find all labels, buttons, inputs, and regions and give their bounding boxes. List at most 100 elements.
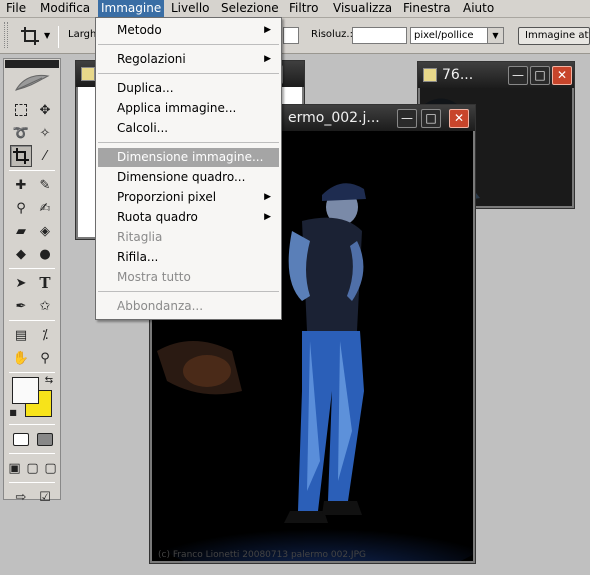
submenu-arrow-icon: ▶: [264, 212, 271, 222]
menu-selezione[interactable]: Selezione: [218, 0, 282, 18]
clone-stamp-tool-icon[interactable]: ⚲: [10, 197, 32, 219]
menu-divider: [98, 142, 279, 143]
tool-divider: [9, 268, 55, 269]
move-tool-icon[interactable]: ✥: [34, 99, 56, 121]
close-icon[interactable]: ✕: [449, 109, 469, 128]
tool-divider: [9, 453, 55, 454]
menu-item-label: Applica immagine...: [117, 101, 237, 115]
menu-item-ritaglia: Ritaglia: [98, 228, 279, 247]
menu-aiuto[interactable]: Aiuto: [460, 0, 497, 18]
dodge-tool-icon[interactable]: ●: [34, 243, 56, 265]
menu-item-applica-immagine[interactable]: Applica immagine...: [98, 99, 279, 118]
height-field[interactable]: [283, 27, 299, 44]
menu-livello[interactable]: Livello: [168, 0, 213, 18]
tool-divider: [9, 424, 55, 425]
resolution-label: Risoluz.:: [311, 29, 353, 40]
brush-tool-icon[interactable]: ✎: [34, 174, 56, 196]
window-title: ermo_002.j...: [288, 110, 380, 126]
window-title: 76...: [442, 67, 474, 83]
menu-divider: [98, 291, 279, 292]
menu-filtro[interactable]: Filtro: [286, 0, 321, 18]
tool-divider: [9, 482, 55, 483]
crop-tool-icon[interactable]: [10, 145, 32, 167]
screen-mode-full-icon[interactable]: ▢: [42, 457, 59, 479]
hand-tool-icon[interactable]: ✋: [10, 347, 32, 369]
swap-colors-icon[interactable]: ⇆: [42, 373, 56, 387]
type-tool-icon[interactable]: T: [34, 272, 56, 294]
submenu-arrow-icon: ▶: [264, 54, 271, 64]
menu-item-label: Dimensione immagine...: [117, 150, 264, 164]
marquee-tool-icon[interactable]: [10, 99, 32, 121]
toolbox: ✥ ➰ ✧ ⁄ ✚ ✎ ⚲ ✍ ▰ ◈ ◆ ● ➤ T ✒ ✩ ▤ ⁒ ✋ ⚲ …: [3, 58, 61, 505]
slice-tool-icon[interactable]: ⁄: [34, 145, 56, 167]
menu-item-mostra-tutto: Mostra tutto: [98, 268, 279, 287]
options-bar: ▼ Larghe Risoluz.: pixel/pollice ▼ Immag…: [0, 18, 590, 54]
pen-tool-icon[interactable]: ✒: [10, 295, 32, 317]
menu-visualizza[interactable]: Visualizza: [330, 0, 395, 18]
menu-item-label: Metodo: [117, 23, 162, 37]
document-icon: [81, 67, 95, 81]
menu-item-label: Rifila...: [117, 250, 159, 264]
menu-item-rifila[interactable]: Rifila...: [98, 248, 279, 267]
menu-item-label: Calcoli...: [117, 121, 169, 135]
menu-item-label: Regolazioni: [117, 52, 186, 66]
menu-item-abbondanza: Abbondanza...: [98, 297, 279, 316]
screen-mode-standard-icon[interactable]: ▣: [6, 457, 23, 479]
minimize-icon[interactable]: —: [508, 66, 528, 85]
options-divider: [58, 26, 59, 48]
maximize-icon[interactable]: □: [530, 66, 550, 85]
crop-tool-icon[interactable]: [20, 26, 40, 46]
blur-tool-icon[interactable]: ◆: [10, 243, 32, 265]
menu-item-label: Ritaglia: [117, 230, 163, 244]
front-image-button[interactable]: Immagine attiva: [518, 27, 590, 45]
lasso-tool-icon[interactable]: ➰: [10, 122, 32, 144]
notes-tool-icon[interactable]: ▤: [10, 324, 32, 346]
window-titlebar[interactable]: 76...: [418, 62, 574, 88]
imageready-edit-icon[interactable]: ☑: [34, 486, 56, 508]
resolution-unit-select[interactable]: pixel/pollice ▼: [410, 27, 504, 44]
default-colors-icon[interactable]: ■: [8, 407, 18, 417]
minimize-icon[interactable]: —: [397, 109, 417, 128]
menu-item-duplica[interactable]: Duplica...: [98, 79, 279, 98]
feather-logo-icon[interactable]: [4, 69, 60, 97]
menu-item-proporzioni-pixel[interactable]: Proporzioni pixel ▶: [98, 188, 279, 207]
toolbox-header[interactable]: [5, 60, 59, 68]
standard-mode-icon[interactable]: [10, 428, 32, 450]
menu-item-label: Abbondanza...: [117, 299, 204, 313]
magic-wand-tool-icon[interactable]: ✧: [34, 122, 56, 144]
close-icon[interactable]: ✕: [552, 66, 572, 85]
eyedropper-tool-icon[interactable]: ⁒: [34, 324, 56, 346]
menu-item-label: Proporzioni pixel: [117, 190, 217, 204]
maximize-icon[interactable]: □: [421, 109, 441, 128]
healing-brush-tool-icon[interactable]: ✚: [10, 174, 32, 196]
menu-item-calcoli[interactable]: Calcoli...: [98, 119, 279, 138]
menu-item-regolazioni[interactable]: Regolazioni ▶: [98, 50, 279, 69]
resolution-field[interactable]: [352, 27, 407, 44]
menu-item-label: Mostra tutto: [117, 270, 191, 284]
menu-item-dimensione-immagine[interactable]: Dimensione immagine...: [98, 148, 279, 167]
zoom-tool-icon[interactable]: ⚲: [34, 347, 56, 369]
chevron-down-icon: ▼: [487, 28, 503, 43]
options-bar-grip[interactable]: [4, 22, 8, 48]
tool-divider: [9, 170, 55, 171]
screen-mode-full-menu-icon[interactable]: ▢: [24, 457, 41, 479]
tool-preset-chevron-down-icon[interactable]: ▼: [44, 31, 50, 40]
menu-item-label: Ruota quadro: [117, 210, 198, 224]
jump-to-imageready-icon[interactable]: ⇨: [10, 486, 32, 508]
menu-finestra[interactable]: Finestra: [400, 0, 454, 18]
foreground-color-swatch[interactable]: [12, 377, 39, 404]
menu-item-label: Duplica...: [117, 81, 174, 95]
menu-immagine[interactable]: Immagine: [96, 0, 166, 19]
tool-divider: [9, 320, 55, 321]
path-selection-tool-icon[interactable]: ➤: [10, 272, 32, 294]
menu-item-ruota-quadro[interactable]: Ruota quadro ▶: [98, 208, 279, 227]
menu-modifica[interactable]: Modifica: [37, 0, 93, 18]
paint-bucket-tool-icon[interactable]: ◈: [34, 220, 56, 242]
menu-item-dimensione-quadro[interactable]: Dimensione quadro...: [98, 168, 279, 187]
eraser-tool-icon[interactable]: ▰: [10, 220, 32, 242]
history-brush-tool-icon[interactable]: ✍: [34, 197, 56, 219]
menu-item-metodo[interactable]: Metodo ▶: [98, 21, 279, 40]
custom-shape-tool-icon[interactable]: ✩: [34, 295, 56, 317]
quick-mask-mode-icon[interactable]: [34, 428, 56, 450]
menu-file[interactable]: File: [3, 0, 29, 18]
